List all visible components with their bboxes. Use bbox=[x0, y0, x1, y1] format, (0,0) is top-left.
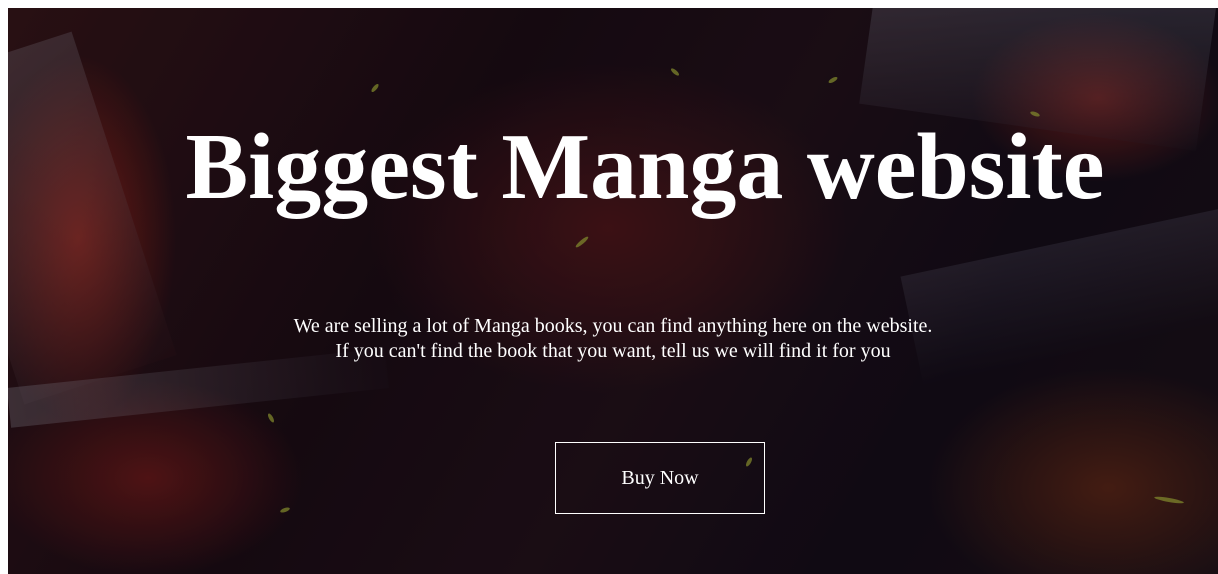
hero-banner: Biggest Manga website We are selling a l… bbox=[8, 8, 1218, 574]
hero-description-line: If you can't find the book that you want… bbox=[335, 340, 891, 362]
hero-description: We are selling a lot of Manga books, you… bbox=[8, 314, 1218, 364]
buy-now-button[interactable]: Buy Now bbox=[555, 442, 765, 514]
hero-description-line: We are selling a lot of Manga books, you… bbox=[293, 315, 933, 337]
hero-headline: Biggest Manga website bbox=[185, 115, 1105, 219]
